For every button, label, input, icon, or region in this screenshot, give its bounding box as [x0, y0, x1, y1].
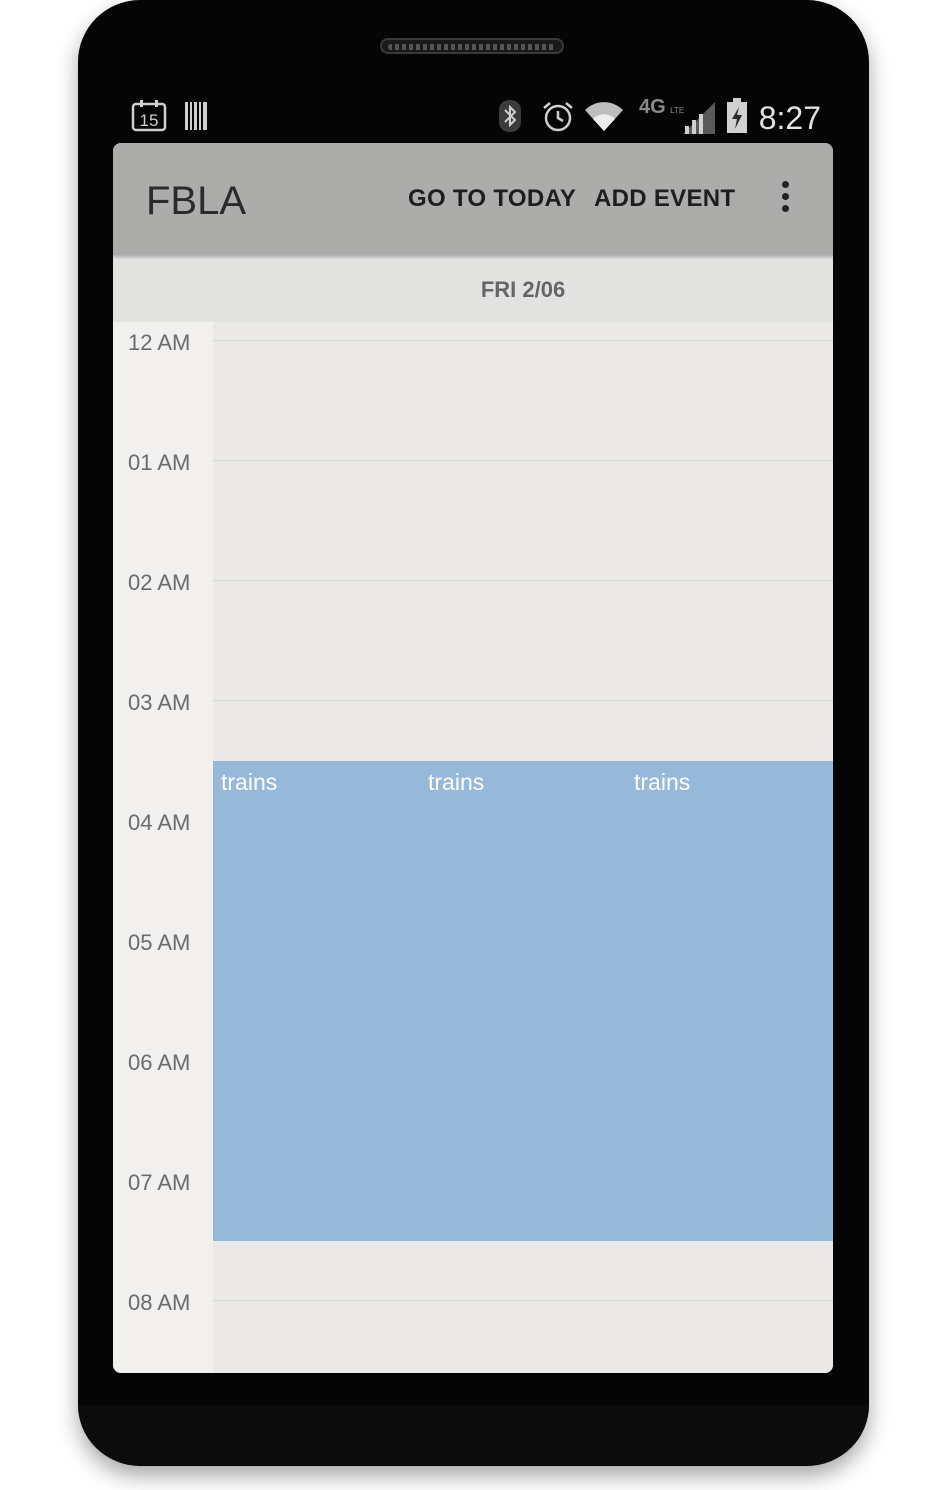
event-block-trains[interactable]: trains trains trains — [213, 761, 833, 1241]
hour-line — [213, 460, 833, 461]
hour-label-05am: 05 AM — [128, 930, 191, 955]
earpiece-speaker — [380, 38, 564, 54]
event-title[interactable]: trains — [634, 769, 690, 796]
hour-label-06am: 06 AM — [128, 1050, 191, 1075]
phone-bottom-bezel — [78, 1405, 869, 1465]
hour-line — [213, 340, 833, 341]
action-bar: FBLA GO TO TODAY ADD EVENT — [113, 143, 833, 255]
4g-lte-icon: 4G LTE — [639, 96, 685, 118]
hour-label-07am: 07 AM — [128, 1170, 191, 1195]
day-timeline[interactable]: 12 AM 01 AM 02 AM 03 AM 04 AM 05 AM 06 A… — [113, 322, 833, 1373]
bluetooth-icon — [499, 100, 521, 137]
calendar-day-text: 15 — [140, 111, 159, 130]
event-title[interactable]: trains — [221, 769, 277, 796]
network-type: 4G — [639, 96, 666, 118]
add-event-button[interactable]: ADD EVENT — [594, 185, 735, 213]
calendar-icon: 15 — [131, 100, 167, 137]
battery-charging-icon — [726, 98, 748, 139]
overflow-menu-icon[interactable] — [779, 181, 791, 217]
app-screen: FBLA GO TO TODAY ADD EVENT FRI 2/06 12 A… — [113, 143, 833, 1373]
alarm-icon — [541, 100, 575, 139]
event-title[interactable]: trains — [428, 769, 484, 796]
wifi-icon — [585, 102, 623, 137]
hour-line — [213, 1300, 833, 1301]
go-to-today-button[interactable]: GO TO TODAY — [408, 185, 576, 213]
barcode-icon — [185, 102, 209, 135]
hour-label-01am: 01 AM — [128, 450, 191, 475]
hour-gutter — [113, 322, 213, 1373]
hour-label-02am: 02 AM — [128, 570, 191, 595]
app-title: FBLA — [146, 179, 247, 223]
hour-label-03am: 03 AM — [128, 690, 191, 715]
hour-label-08am: 08 AM — [128, 1290, 191, 1315]
hour-label-12am: 12 AM — [128, 330, 191, 355]
day-header: FRI 2/06 — [113, 255, 833, 322]
hour-line — [213, 700, 833, 701]
signal-icon — [683, 102, 717, 139]
date-label[interactable]: FRI 2/06 — [113, 277, 833, 303]
hour-label-04am: 04 AM — [128, 810, 191, 835]
hour-line — [213, 580, 833, 581]
clock-time: 8:27 — [758, 100, 821, 136]
status-bar: 15 4G LTE 8:27 — [113, 94, 833, 142]
